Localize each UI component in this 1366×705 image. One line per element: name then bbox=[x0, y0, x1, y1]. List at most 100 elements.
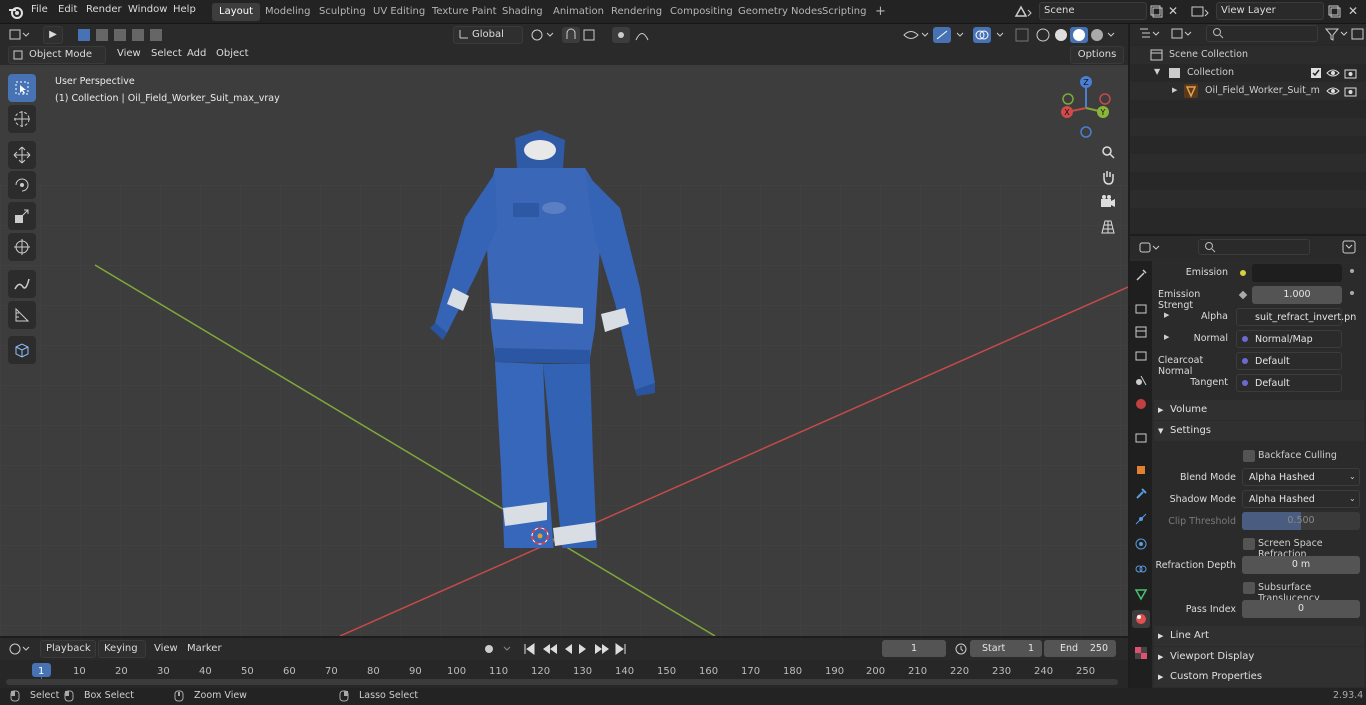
zoom-view-icon[interactable] bbox=[1097, 141, 1119, 163]
measure-tool[interactable] bbox=[8, 301, 36, 329]
outliner-row-collection[interactable]: ▼ Collection bbox=[1130, 64, 1366, 82]
scene-tab-icon[interactable] bbox=[1132, 371, 1150, 389]
tab-animation[interactable]: Animation bbox=[546, 3, 611, 21]
transform-tool[interactable] bbox=[8, 233, 36, 261]
menu-object[interactable]: Object bbox=[216, 48, 249, 59]
select-tool-toggle[interactable]: ▶ bbox=[43, 26, 63, 44]
outliner-editor-icon[interactable] bbox=[1138, 26, 1162, 45]
close-scene-icon[interactable]: ✕ bbox=[1168, 4, 1178, 18]
playback-controls-icon[interactable] bbox=[522, 642, 630, 659]
overlays-icon[interactable] bbox=[973, 27, 1009, 46]
cursor-tool[interactable] bbox=[8, 105, 36, 133]
move-tool[interactable] bbox=[8, 141, 36, 169]
timeline-menu-marker[interactable]: Marker bbox=[187, 643, 222, 654]
timeline-editor-icon[interactable] bbox=[8, 642, 32, 659]
shading-modes-icon[interactable] bbox=[1034, 27, 1122, 46]
camera-view-icon[interactable] bbox=[1097, 191, 1119, 213]
menu-add[interactable]: Add bbox=[187, 48, 206, 59]
3d-cursor-icon[interactable] bbox=[528, 524, 552, 548]
view-layer-field[interactable]: View Layer bbox=[1216, 2, 1324, 20]
menu-select[interactable]: Select bbox=[151, 48, 182, 59]
shadow-mode-dropdown[interactable]: Alpha Hashed bbox=[1242, 490, 1360, 508]
tab-texture-paint[interactable]: Texture Paint bbox=[425, 3, 504, 21]
menu-edit[interactable]: Edit bbox=[58, 4, 77, 15]
snap-icon[interactable] bbox=[562, 27, 608, 46]
scene-field[interactable]: Scene bbox=[1039, 2, 1147, 20]
object-expand-icon[interactable]: ▶ bbox=[1172, 86, 1177, 94]
timeline-scrollbar[interactable] bbox=[6, 679, 1118, 685]
add-cube-tool[interactable] bbox=[8, 336, 36, 364]
menu-window[interactable]: Window bbox=[128, 4, 167, 15]
filter-icon[interactable] bbox=[1324, 26, 1350, 45]
properties-editor-icon[interactable] bbox=[1138, 240, 1162, 259]
modifier-tab-icon[interactable] bbox=[1132, 485, 1150, 503]
properties-options-icon[interactable] bbox=[1342, 240, 1356, 257]
clearcoat-normal-field[interactable]: Default bbox=[1236, 352, 1342, 370]
menu-file[interactable]: File bbox=[31, 4, 48, 15]
gizmo-icon[interactable] bbox=[933, 27, 969, 46]
collection-tab-icon[interactable] bbox=[1132, 429, 1150, 447]
world-tab-icon[interactable] bbox=[1132, 395, 1150, 413]
new-collection-icon[interactable] bbox=[1351, 26, 1365, 45]
end-frame-field[interactable]: End 250 bbox=[1044, 640, 1116, 657]
ssr-checkbox[interactable] bbox=[1243, 538, 1255, 550]
camera-render-icon[interactable] bbox=[1344, 67, 1358, 82]
tab-modeling[interactable]: Modeling bbox=[258, 3, 318, 21]
alpha-texture-field[interactable]: suit_refract_invert.pn bbox=[1236, 308, 1356, 326]
tool-tab-icon[interactable] bbox=[1132, 266, 1150, 284]
select-mode-icons[interactable] bbox=[76, 27, 162, 46]
annotate-tool[interactable] bbox=[8, 270, 36, 298]
object-camera-icon[interactable] bbox=[1344, 85, 1358, 100]
record-icon[interactable] bbox=[482, 642, 516, 659]
outliner-row-object[interactable]: ▶ Oil_Field_Worker_Suit_m bbox=[1130, 82, 1366, 100]
constraints-tab-icon[interactable] bbox=[1132, 560, 1150, 578]
clip-threshold-slider[interactable]: 0.500 bbox=[1242, 512, 1360, 530]
checkbox-icon[interactable] bbox=[1310, 67, 1322, 82]
texture-tab-icon[interactable] bbox=[1132, 644, 1150, 662]
viewport-display-panel-header[interactable]: ▶ Viewport Display bbox=[1154, 647, 1364, 667]
volume-panel-header[interactable]: ▶ Volume bbox=[1154, 400, 1364, 420]
view-layer-tab-icon[interactable] bbox=[1132, 347, 1150, 365]
render-tab-icon[interactable] bbox=[1132, 299, 1150, 317]
normal-map-field[interactable]: Normal/Map bbox=[1236, 330, 1342, 348]
navigation-gizmo[interactable]: Z Y X bbox=[1056, 75, 1122, 141]
object-tab-icon[interactable] bbox=[1132, 461, 1150, 479]
tab-layout[interactable]: Layout bbox=[212, 3, 260, 21]
current-frame-field[interactable]: 1 bbox=[882, 640, 946, 657]
collection-expand-icon[interactable]: ▼ bbox=[1154, 67, 1160, 76]
playback-dropdown[interactable]: Playback bbox=[40, 640, 96, 658]
menu-help[interactable]: Help bbox=[173, 4, 196, 15]
strength-keyframe-dot[interactable] bbox=[1350, 291, 1354, 295]
blender-logo-icon[interactable] bbox=[8, 4, 24, 23]
pivot-icon[interactable] bbox=[530, 28, 556, 45]
tab-compositing[interactable]: Compositing bbox=[663, 3, 740, 21]
keying-dropdown[interactable]: Keying bbox=[98, 640, 146, 658]
data-tab-icon[interactable] bbox=[1132, 585, 1150, 603]
proportional-edit-icon[interactable] bbox=[612, 27, 658, 46]
xray-icon[interactable] bbox=[1014, 27, 1030, 46]
line-art-panel-header[interactable]: ▶ Line Art bbox=[1154, 626, 1364, 646]
emission-color-field[interactable] bbox=[1252, 264, 1342, 282]
object-eye-icon[interactable] bbox=[1326, 85, 1340, 100]
physics-tab-icon[interactable] bbox=[1132, 535, 1150, 553]
rotate-tool[interactable] bbox=[8, 171, 36, 199]
copy-view-layer-icon[interactable] bbox=[1327, 4, 1341, 21]
pan-hand-icon[interactable] bbox=[1097, 166, 1119, 188]
tab-rendering[interactable]: Rendering bbox=[604, 3, 669, 21]
close-view-layer-icon[interactable]: ✕ bbox=[1348, 4, 1358, 18]
copy-scene-icon[interactable] bbox=[1149, 4, 1163, 21]
material-tab-icon[interactable] bbox=[1132, 610, 1150, 628]
select-box-tool[interactable] bbox=[8, 74, 36, 102]
particles-tab-icon[interactable] bbox=[1132, 510, 1150, 528]
blend-mode-dropdown[interactable]: Alpha Hashed bbox=[1242, 468, 1360, 486]
preview-range-clock-icon[interactable] bbox=[954, 642, 968, 659]
visibility-icon[interactable] bbox=[902, 27, 930, 46]
tab-uv-editing[interactable]: UV Editing bbox=[366, 3, 432, 21]
menu-render[interactable]: Render bbox=[86, 4, 122, 15]
refraction-depth-field[interactable]: 0 m bbox=[1242, 556, 1360, 574]
scale-tool[interactable] bbox=[8, 202, 36, 230]
editor-type-icon[interactable] bbox=[8, 27, 32, 46]
scene-icon[interactable] bbox=[1014, 4, 1034, 23]
display-mode-icon[interactable] bbox=[1170, 26, 1194, 45]
tangent-field[interactable]: Default bbox=[1236, 374, 1342, 392]
